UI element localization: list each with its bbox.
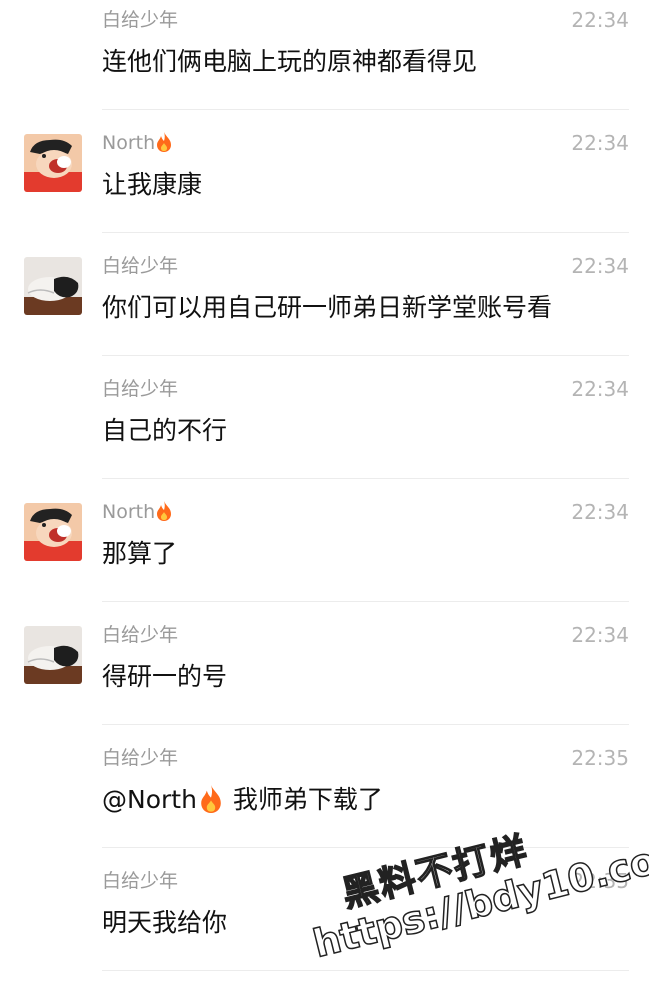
message-text[interactable]: 让我康康	[102, 168, 202, 202]
message-text[interactable]: 那算了	[102, 537, 177, 571]
boy-icon	[24, 503, 82, 561]
avatar[interactable]	[24, 257, 82, 315]
message-text[interactable]: 连他们俩电脑上玩的原神都看得见	[102, 45, 477, 79]
mention-link[interactable]: @North	[102, 785, 197, 814]
message-text[interactable]: 你们可以用自己研一师弟日新学堂账号看	[102, 291, 552, 325]
message-text[interactable]: 明天我给你	[102, 906, 227, 940]
message-item[interactable]: 白给少年 22:34 你们可以用自己研一师弟日新学堂账号看	[0, 233, 649, 356]
message-time: 22:34	[571, 377, 629, 401]
sender-name[interactable]: North	[102, 130, 172, 156]
boy-icon	[24, 134, 82, 192]
avatar[interactable]	[24, 626, 82, 684]
message-item[interactable]: 白给少年 22:34 得研一的号	[0, 602, 649, 725]
fire-icon	[157, 132, 172, 152]
message-item[interactable]: 白给少年 22:35 @North 我师弟下载了	[0, 725, 649, 848]
message-time: 22:35	[571, 869, 629, 893]
sender-name[interactable]: 白给少年	[102, 745, 178, 771]
message-text[interactable]: 得研一的号	[102, 660, 227, 694]
fire-icon	[157, 501, 172, 521]
divider	[102, 970, 629, 971]
sender-name[interactable]: 白给少年	[102, 7, 178, 33]
message-item[interactable]: 白给少年 22:35 明天我给你	[0, 848, 649, 971]
fire-icon	[201, 785, 221, 813]
sender-name[interactable]: 白给少年	[102, 253, 178, 279]
sender-name[interactable]: North	[102, 499, 172, 525]
message-text[interactable]: 自己的不行	[102, 414, 227, 448]
message-time: 22:34	[571, 131, 629, 155]
chat-message-list: 白给少年 22:34 连他们俩电脑上玩的原神都看得见 North 22:34 让…	[0, 0, 649, 982]
sender-name[interactable]: 白给少年	[102, 622, 178, 648]
message-time: 22:34	[571, 500, 629, 524]
sleeping-boy-icon	[24, 626, 82, 684]
sleeping-boy-icon	[24, 257, 82, 315]
message-time: 22:35	[571, 746, 629, 770]
sender-name[interactable]: 白给少年	[102, 376, 178, 402]
message-item[interactable]: North 22:34 让我康康	[0, 110, 649, 233]
message-body: 我师弟下载了	[224, 785, 383, 814]
avatar[interactable]	[24, 134, 82, 192]
message-time: 22:34	[571, 254, 629, 278]
message-item[interactable]: 白给少年 22:34 连他们俩电脑上玩的原神都看得见	[0, 0, 649, 110]
message-item[interactable]: 白给少年 22:34 自己的不行	[0, 356, 649, 479]
sender-name[interactable]: 白给少年	[102, 868, 178, 894]
message-time: 22:34	[571, 623, 629, 647]
message-text[interactable]: @North 我师弟下载了	[102, 783, 383, 817]
avatar[interactable]	[24, 503, 82, 561]
message-time: 22:34	[571, 8, 629, 32]
message-item[interactable]: North 22:34 那算了	[0, 479, 649, 602]
